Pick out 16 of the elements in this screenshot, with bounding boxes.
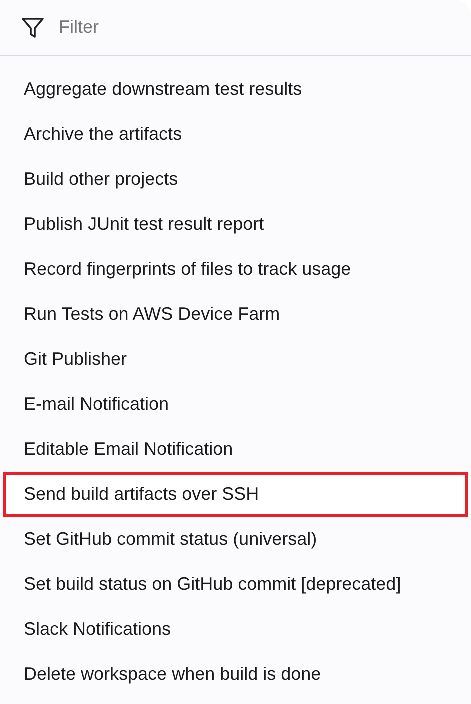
menu-item[interactable]: Set GitHub commit status (universal)	[3, 517, 468, 562]
menu-item[interactable]: Send build artifacts over SSH	[3, 472, 468, 517]
filter-icon	[21, 16, 45, 40]
menu-item[interactable]: Build other projects	[3, 157, 468, 202]
menu-item[interactable]: Aggregate downstream test results	[3, 67, 468, 112]
filter-field[interactable]: Filter	[59, 14, 450, 41]
menu-item[interactable]: Git Publisher	[3, 337, 468, 382]
menu-item[interactable]: Publish JUnit test result report	[3, 202, 468, 247]
menu-item[interactable]: Run Tests on AWS Device Farm	[3, 292, 468, 337]
menu-item[interactable]: Record fingerprints of files to track usage	[3, 247, 468, 292]
menu-item[interactable]: Set build status on GitHub commit [deprecated]	[3, 562, 468, 607]
menu-item[interactable]: Editable Email Notification	[3, 427, 468, 472]
menu-item[interactable]: E-mail Notification	[3, 382, 468, 427]
menu-item[interactable]: Archive the artifacts	[3, 112, 468, 157]
menu-item[interactable]: Slack Notifications	[3, 607, 468, 652]
menu-item[interactable]: Delete workspace when build is done	[3, 652, 468, 697]
